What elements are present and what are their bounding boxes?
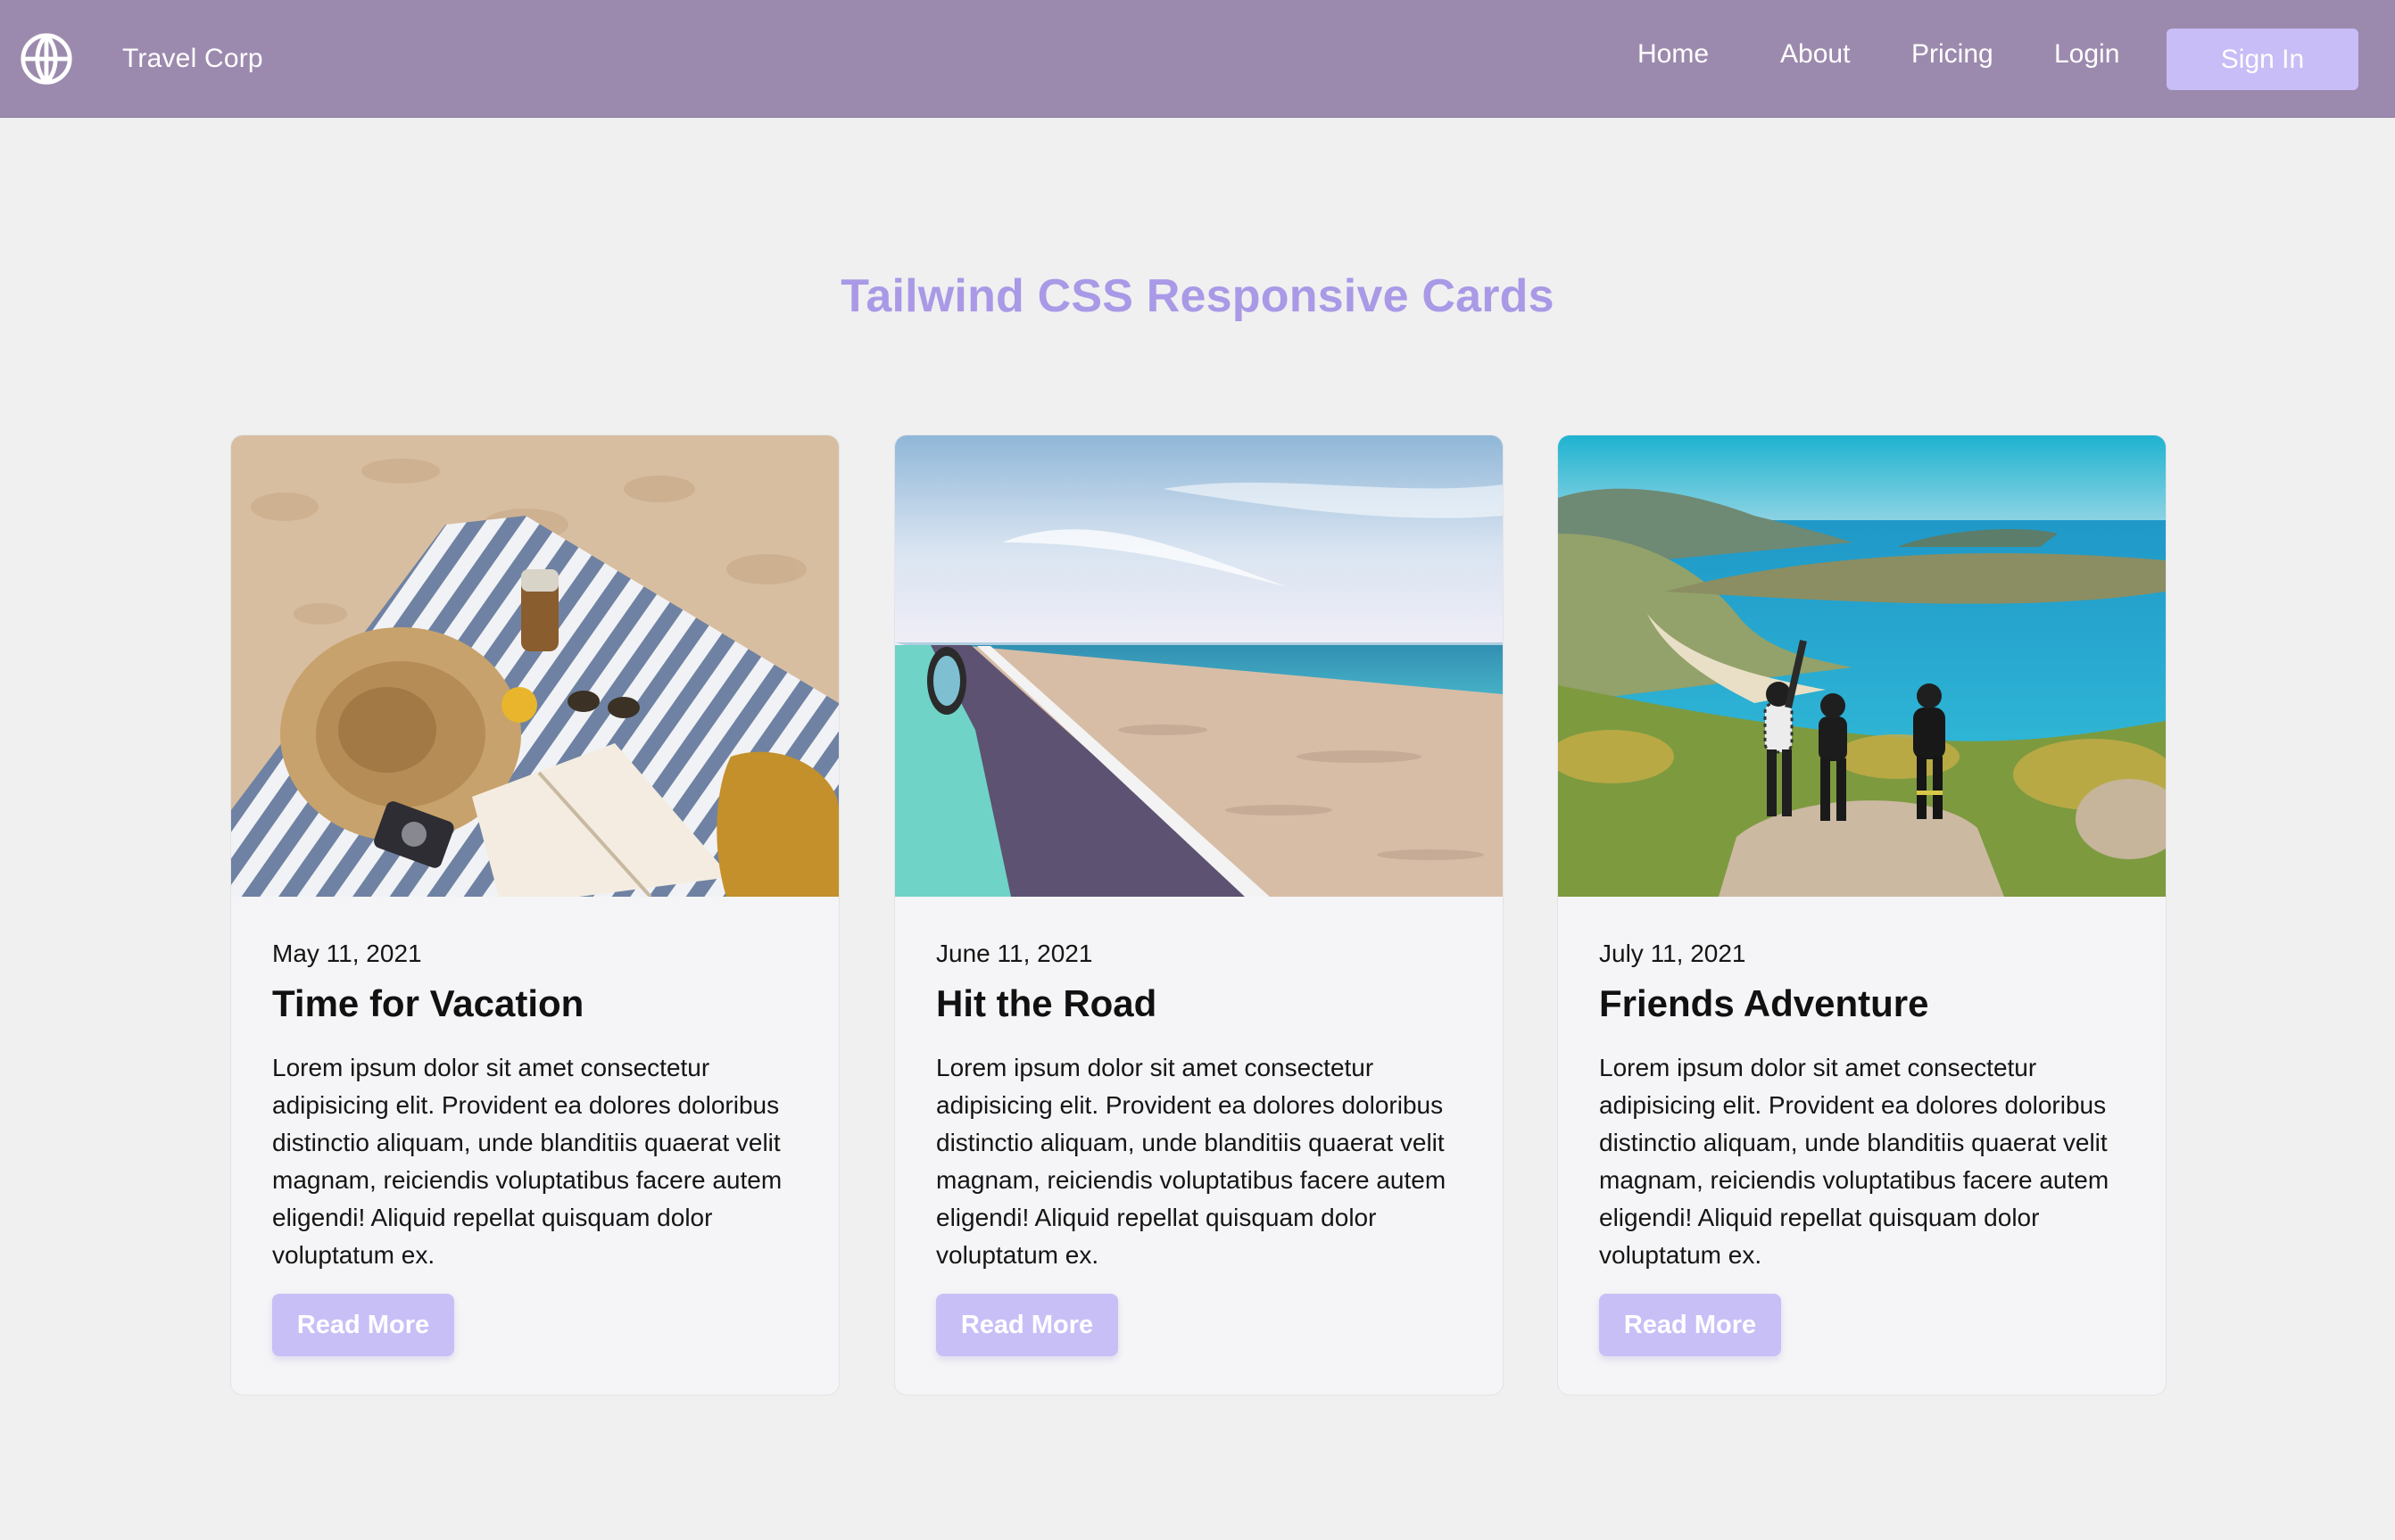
card: June 11, 2021 Hit the Road Lorem ipsum d… bbox=[894, 435, 1504, 1395]
page-title: Tailwind CSS Responsive Cards bbox=[841, 270, 1554, 322]
card-text: Lorem ipsum dolor sit amet consectetur a… bbox=[272, 1054, 783, 1269]
card-text: Lorem ipsum dolor sit amet consectetur a… bbox=[1599, 1054, 2109, 1269]
read-more-button[interactable]: Read More bbox=[1599, 1294, 1781, 1356]
sign-in-button[interactable]: Sign In bbox=[2167, 29, 2358, 90]
card-date: May 11, 2021 bbox=[272, 940, 422, 967]
card-title: Friends Adventure bbox=[1599, 982, 1929, 1024]
nav-pricing-link[interactable]: Pricing bbox=[1911, 39, 1993, 70]
card-title: Hit the Road bbox=[936, 982, 1157, 1024]
coastal-road-photo bbox=[895, 435, 1503, 897]
friends-coast-hike-photo bbox=[1558, 435, 2166, 897]
card-title: Time for Vacation bbox=[272, 982, 584, 1024]
card: July 11, 2021 Friends Adventure Lorem ip… bbox=[1557, 435, 2167, 1395]
brand-name: Travel Corp bbox=[122, 44, 263, 73]
brand[interactable]: Travel Corp bbox=[19, 30, 263, 87]
navbar: Travel Corp Home About Pricing Login Sig… bbox=[0, 0, 2395, 118]
card-date: June 11, 2021 bbox=[936, 940, 1093, 967]
read-more-button[interactable]: Read More bbox=[272, 1294, 454, 1356]
card-date: July 11, 2021 bbox=[1599, 940, 1746, 967]
nav-login-link[interactable]: Login bbox=[2054, 39, 2119, 70]
read-more-button[interactable]: Read More bbox=[936, 1294, 1118, 1356]
card: May 11, 2021 Time for Vacation Lorem ips… bbox=[230, 435, 840, 1395]
globe-icon bbox=[21, 33, 72, 85]
nav-about-link[interactable]: About bbox=[1780, 39, 1850, 70]
beach-picnic-photo bbox=[231, 435, 839, 897]
nav-home-link[interactable]: Home bbox=[1637, 39, 1709, 70]
card-text: Lorem ipsum dolor sit amet consectetur a… bbox=[936, 1054, 1446, 1269]
